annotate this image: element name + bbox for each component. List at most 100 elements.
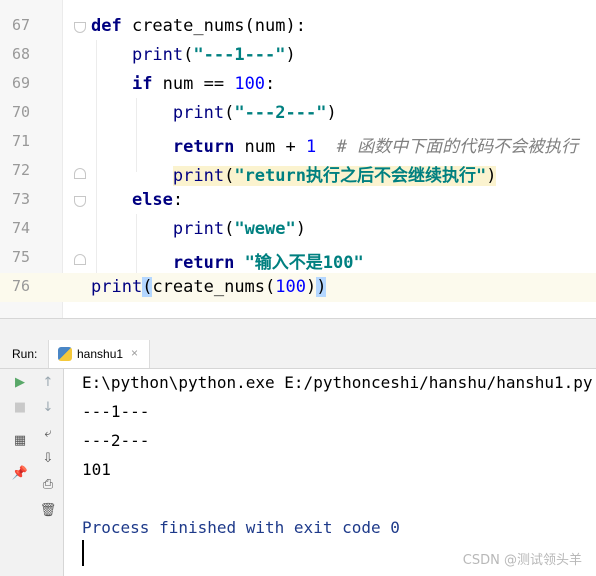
code-token: ) <box>486 166 497 186</box>
code-token: "---2---" <box>234 103 327 123</box>
fold-marker-icon[interactable] <box>74 168 86 179</box>
code-line[interactable]: 72 print("return执行之后不会继续执行") <box>0 157 596 186</box>
code-line[interactable]: 70 print("---2---") <box>0 99 596 128</box>
line-number: 76 <box>12 277 31 295</box>
tab-label: hanshu1 <box>77 347 124 361</box>
code-text: else: <box>91 190 183 210</box>
close-icon[interactable]: × <box>131 346 138 360</box>
console-line: 101 <box>82 460 111 479</box>
code-line[interactable]: 71 return num + 1 # 函数中下面的代码不会被执行 <box>0 128 596 157</box>
trash-icon[interactable]: 🗑 <box>38 501 58 521</box>
code-token: ( <box>142 277 153 297</box>
panel-divider[interactable] <box>0 318 596 341</box>
line-number: 70 <box>12 103 31 121</box>
code-text: return "输入不是100" <box>91 248 364 273</box>
console-line: E:\python\python.exe E:/pythonceshi/hans… <box>82 373 593 392</box>
line-number: 68 <box>12 45 31 63</box>
up-arrow-icon[interactable]: ↑ <box>38 373 58 393</box>
code-token: print <box>172 219 225 239</box>
code-editor[interactable]: 67 def create_nums(num): 68 print("---1---… <box>0 0 596 318</box>
code-line[interactable]: 75 return "输入不是100" <box>0 244 596 273</box>
down-arrow-icon[interactable]: ↓ <box>38 398 58 418</box>
code-token: print <box>91 277 143 297</box>
watermark: CSDN @测试领头羊 <box>462 553 582 568</box>
code-token: ) <box>316 277 327 297</box>
console-line: ---2--- <box>82 431 150 450</box>
stop-icon[interactable]: ■ <box>10 398 30 418</box>
fold-marker-icon[interactable] <box>74 254 86 265</box>
console-line: ---1--- <box>82 402 150 421</box>
line-number: 72 <box>12 161 31 179</box>
code-token: ) <box>305 277 317 297</box>
code-token: "---1---" <box>193 45 286 65</box>
code-text: print(create_nums(100)) <box>91 277 327 297</box>
console-line: Process finished with exit code 0 <box>82 518 400 537</box>
console-output[interactable]: E:\python\python.exe E:/pythonceshi/hans… <box>64 369 596 576</box>
run-label: Run: <box>12 347 38 361</box>
code-token: ( <box>224 219 235 239</box>
code-token: 100 <box>275 277 306 297</box>
soft-wrap-icon[interactable]: ⤶ <box>38 424 58 444</box>
tab-hanshu1[interactable]: hanshu1 × <box>48 340 150 368</box>
code-token: print <box>131 45 184 65</box>
pin-icon[interactable]: 📌 <box>10 464 30 484</box>
run-icon[interactable]: ▶ <box>10 373 30 393</box>
code-token: ( <box>224 166 235 186</box>
code-text: return num + 1 # 函数中下面的代码不会被执行 <box>91 132 578 157</box>
code-text: print("---2---") <box>91 103 337 123</box>
code-token: 1 <box>305 137 317 157</box>
line-number: 71 <box>12 132 31 150</box>
run-toolbar: ▶ ↑ ■ ↓ ▦ ⤶ ⇩ 📌 ⎙ 🗑 <box>0 369 64 576</box>
code-text: print("---1---") <box>91 45 296 65</box>
code-token: ) <box>295 219 306 239</box>
code-token: print <box>172 166 225 186</box>
code-token: ( <box>224 103 235 123</box>
line-number: 69 <box>12 74 31 92</box>
code-token: : <box>172 190 184 210</box>
code-line[interactable]: 76 print(create_nums(100)) <box>0 273 596 302</box>
code-token: if <box>131 74 153 94</box>
line-number: 73 <box>12 190 31 208</box>
run-tool-header: Run: hanshu1 × <box>0 340 596 369</box>
code-line[interactable]: 74 print("wewe") <box>0 215 596 244</box>
code-text: if num == 100: <box>91 74 275 94</box>
code-line[interactable]: 67 def create_nums(num): <box>0 12 596 41</box>
scroll-to-end-icon[interactable]: ⇩ <box>38 449 58 469</box>
code-line[interactable]: 73 else: <box>0 186 596 215</box>
code-line[interactable]: 68 print("---1---") <box>0 41 596 70</box>
code-token: return <box>172 253 235 273</box>
code-text: print("return执行之后不会继续执行") <box>91 161 497 186</box>
code-token: ( <box>183 45 194 65</box>
code-token: 100 <box>234 74 266 94</box>
code-token: create_nums( <box>152 277 276 297</box>
code-text: def create_nums(num): <box>91 16 306 36</box>
print-icon[interactable]: ⎙ <box>38 475 58 495</box>
code-text: print("wewe") <box>91 219 306 239</box>
line-number: 67 <box>12 16 31 34</box>
layout-icon[interactable]: ▦ <box>10 431 30 451</box>
code-token: else <box>131 190 173 210</box>
code-token: create_nums(num): <box>121 16 306 36</box>
code-token: ) <box>326 103 337 123</box>
code-token: print <box>172 103 225 123</box>
code-token: # 函数中下面的代码不会被执行 <box>336 137 579 157</box>
code-token: ) <box>285 45 296 65</box>
line-number: 75 <box>12 248 31 266</box>
text-caret <box>82 540 84 566</box>
python-file-icon <box>58 347 72 361</box>
code-token: "输入不是100" <box>244 253 364 273</box>
code-line[interactable]: 69 if num == 100: <box>0 70 596 99</box>
line-number: 74 <box>12 219 31 237</box>
code-token: : <box>265 74 276 94</box>
code-token: return <box>172 137 235 157</box>
